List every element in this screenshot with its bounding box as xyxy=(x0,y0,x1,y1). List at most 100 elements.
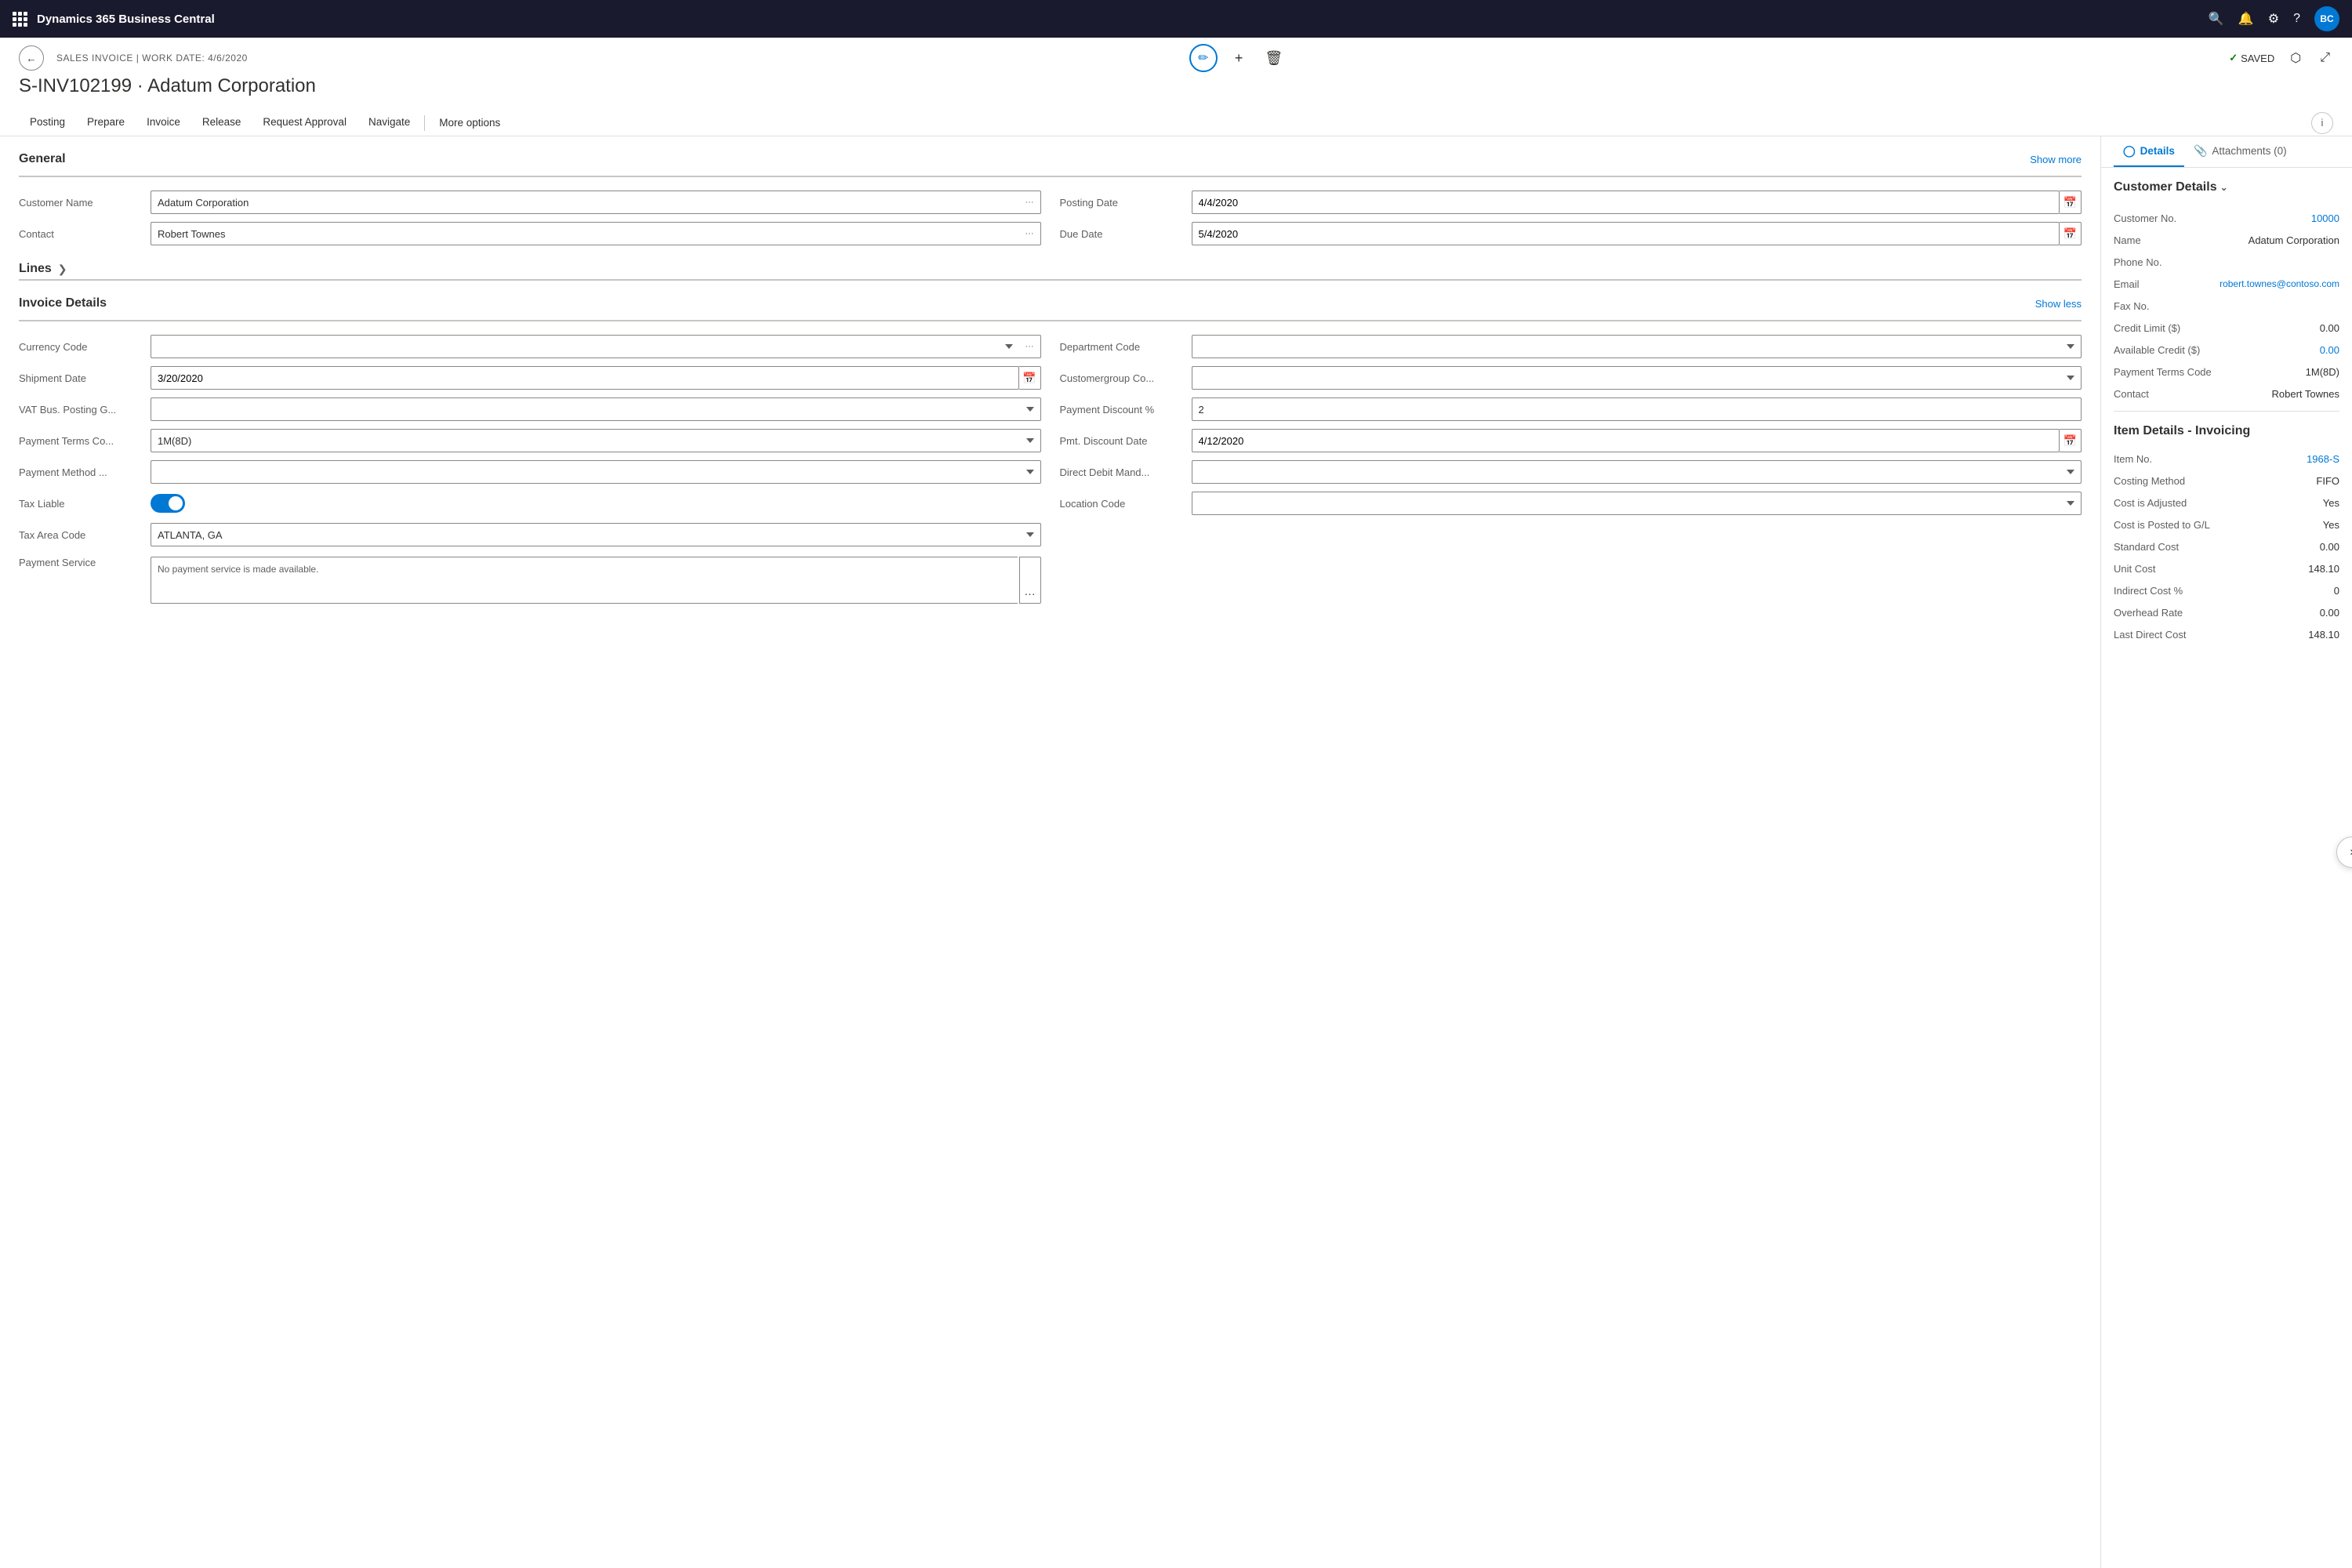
payment-terms-select[interactable]: 1M(8D) xyxy=(151,429,1041,452)
attachments-tab-icon: 📎 xyxy=(2194,144,2207,158)
fax-no-label: Fax No. xyxy=(2114,300,2150,312)
right-panel-content: Customer Details ⌄ Customer No. 10000 Na… xyxy=(2101,168,2352,658)
currency-code-more-button[interactable]: ··· xyxy=(1019,335,1041,358)
help-icon[interactable]: ? xyxy=(2293,12,2300,26)
posting-button[interactable]: Posting xyxy=(19,110,76,136)
left-panel: General Show more Customer Name ··· Post… xyxy=(0,136,2101,1568)
show-less-link[interactable]: Show less xyxy=(2035,298,2082,310)
overhead-rate-value: 0.00 xyxy=(2320,607,2339,619)
item-no-value[interactable]: 1968-S xyxy=(2307,453,2339,465)
unit-cost-label: Unit Cost xyxy=(2114,563,2155,575)
standard-cost-value: 0.00 xyxy=(2320,541,2339,553)
info-button[interactable]: i xyxy=(2311,112,2333,134)
customer-name-more-button[interactable]: ··· xyxy=(1019,191,1041,214)
indirect-cost-value: 0 xyxy=(2334,585,2339,597)
payment-service-box: No payment service is made available. ··… xyxy=(151,557,1041,604)
indirect-cost-label: Indirect Cost % xyxy=(2114,585,2183,597)
department-code-select[interactable] xyxy=(1192,335,2082,358)
costing-method-label: Costing Method xyxy=(2114,475,2185,487)
direct-debit-select[interactable] xyxy=(1192,460,2082,484)
payment-method-select[interactable] xyxy=(151,460,1041,484)
request-approval-button[interactable]: Request Approval xyxy=(252,110,358,136)
item-no-row: Item No. 1968-S xyxy=(2114,448,2339,470)
payment-terms-detail-label: Payment Terms Code xyxy=(2114,366,2212,378)
bell-icon[interactable]: 🔔 xyxy=(2238,11,2254,27)
payment-service-label: Payment Service xyxy=(19,557,144,568)
prepare-button[interactable]: Prepare xyxy=(76,110,136,136)
currency-code-select[interactable] xyxy=(151,335,1019,358)
lines-expand-icon[interactable]: ❯ xyxy=(58,263,67,276)
vat-bus-posting-select[interactable] xyxy=(151,397,1041,421)
cost-is-adjusted-value: Yes xyxy=(2323,497,2339,509)
attachments-tab[interactable]: 📎 Attachments (0) xyxy=(2184,136,2296,167)
payment-discount-input[interactable] xyxy=(1192,397,2082,421)
gear-icon[interactable]: ⚙ xyxy=(2268,11,2279,27)
navigate-button[interactable]: Navigate xyxy=(358,110,421,136)
available-credit-label: Available Credit ($) xyxy=(2114,344,2200,356)
contact-more-button[interactable]: ··· xyxy=(1019,222,1041,245)
item-no-label: Item No. xyxy=(2114,453,2152,465)
email-value[interactable]: robert.townes@contoso.com xyxy=(2220,278,2339,289)
customer-details-chevron-icon: ⌄ xyxy=(2220,182,2228,193)
customer-no-value[interactable]: 10000 xyxy=(2311,212,2339,224)
pmt-discount-date-calendar-button[interactable]: 📅 xyxy=(2060,429,2082,452)
top-nav-icons: 🔍 🔔 ⚙ ? BC xyxy=(2209,6,2339,31)
delete-button[interactable]: 🗑 xyxy=(1260,45,1287,71)
payment-service-row: Payment Service No payment service is ma… xyxy=(19,554,1041,604)
shipment-date-calendar-button[interactable]: 📅 xyxy=(1019,366,1041,390)
pmt-discount-date-input[interactable] xyxy=(1192,429,2060,452)
shipment-date-input[interactable] xyxy=(151,366,1019,390)
details-tab[interactable]: ◯ Details xyxy=(2114,136,2184,167)
cost-is-adjusted-label: Cost is Adjusted xyxy=(2114,497,2187,509)
tax-area-code-select[interactable]: ATLANTA, GA xyxy=(151,523,1041,546)
posting-date-calendar-button[interactable]: 📅 xyxy=(2060,191,2082,214)
user-avatar[interactable]: BC xyxy=(2314,6,2339,31)
invoice-details-divider xyxy=(19,320,2082,321)
section-divider-1 xyxy=(2114,411,2339,412)
customer-details-section-title[interactable]: Customer Details ⌄ xyxy=(2114,180,2339,194)
show-more-link[interactable]: Show more xyxy=(2030,154,2082,165)
available-credit-value[interactable]: 0.00 xyxy=(2320,344,2339,356)
main-content: General Show more Customer Name ··· Post… xyxy=(0,136,2352,1568)
payment-service-more-button[interactable]: ··· xyxy=(1019,557,1041,604)
payment-terms-detail-row: Payment Terms Code 1M(8D) xyxy=(2114,361,2339,383)
currency-code-row: Currency Code ··· xyxy=(19,334,1041,359)
search-icon[interactable]: 🔍 xyxy=(2209,11,2224,27)
invoice-button[interactable]: Invoice xyxy=(136,110,191,136)
due-date-calendar-button[interactable]: 📅 xyxy=(2060,222,2082,245)
back-button[interactable]: ← xyxy=(19,45,44,71)
cost-is-posted-label: Cost is Posted to G/L xyxy=(2114,519,2210,531)
posting-date-input-group: 📅 xyxy=(1192,191,2082,214)
general-title: General xyxy=(19,152,66,166)
edit-button[interactable]: ✏ xyxy=(1189,44,1218,72)
add-button[interactable]: + xyxy=(1230,45,1248,71)
due-date-input[interactable] xyxy=(1192,222,2060,245)
location-code-select[interactable] xyxy=(1192,492,2082,515)
open-in-window-button[interactable]: ⬡ xyxy=(2287,47,2304,69)
cost-is-posted-value: Yes xyxy=(2323,519,2339,531)
contact-label: Contact xyxy=(19,228,144,240)
contact-input[interactable] xyxy=(151,222,1019,245)
collapse-button[interactable]: ⤢ xyxy=(2317,48,2333,68)
app-title: Dynamics 365 Business Central xyxy=(37,13,2199,26)
action-divider xyxy=(424,115,425,131)
tax-liable-toggle[interactable] xyxy=(151,494,185,513)
cost-is-posted-row: Cost is Posted to G/L Yes xyxy=(2114,514,2339,535)
posting-date-input[interactable] xyxy=(1192,191,2060,214)
app-grid-icon[interactable] xyxy=(13,12,27,27)
customergroup-select[interactable] xyxy=(1192,366,2082,390)
payment-method-label: Payment Method ... xyxy=(19,466,144,478)
payment-method-row: Payment Method ... xyxy=(19,459,1041,485)
release-button[interactable]: Release xyxy=(191,110,252,136)
more-options-button[interactable]: More options xyxy=(428,111,511,135)
scroll-right-button[interactable]: › xyxy=(2336,837,2352,868)
shipment-date-label: Shipment Date xyxy=(19,372,144,384)
contact-input-group: ··· xyxy=(151,222,1041,245)
details-tab-icon: ◯ xyxy=(2123,144,2136,158)
customer-name-input[interactable] xyxy=(151,191,1019,214)
standard-cost-row: Standard Cost 0.00 xyxy=(2114,535,2339,557)
department-code-row: Department Code xyxy=(1060,334,2082,359)
phone-no-row: Phone No. xyxy=(2114,251,2339,273)
tax-liable-label: Tax Liable xyxy=(19,498,144,510)
pmt-discount-date-input-group: 📅 xyxy=(1192,429,2082,452)
